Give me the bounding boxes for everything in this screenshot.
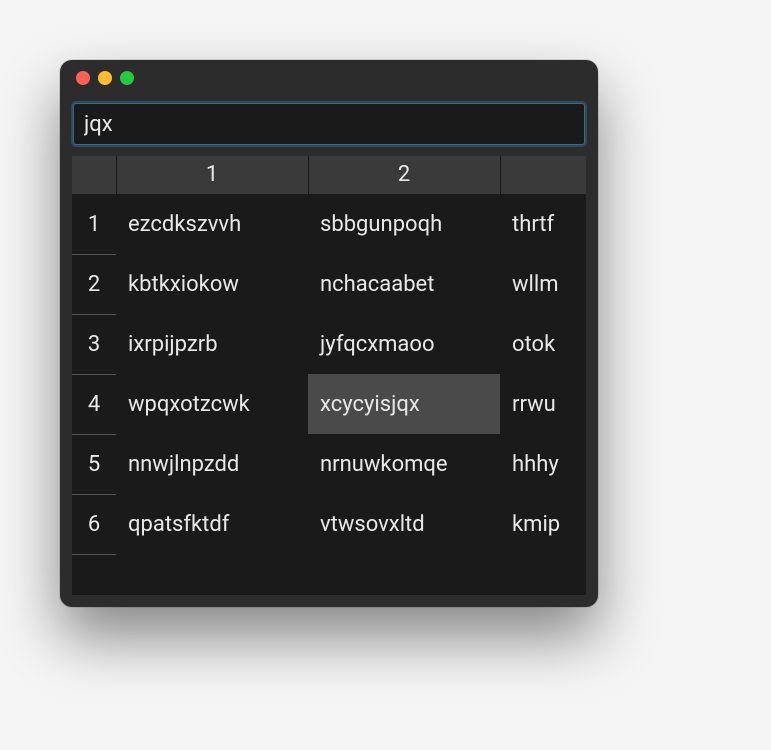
col-header-2[interactable]: 2 — [308, 156, 500, 194]
row-header[interactable]: 5 — [72, 434, 116, 494]
row-header[interactable]: 4 — [72, 374, 116, 434]
cell[interactable]: sbbgunpoqh — [308, 194, 500, 254]
search-container — [60, 96, 598, 156]
table-row: 2kbtkxiokownchacaabetwllm — [72, 254, 586, 314]
cell[interactable]: wpqxotzcwk — [116, 374, 308, 434]
header-row: 1 2 3 — [72, 156, 586, 194]
cell[interactable]: kmip — [500, 494, 586, 554]
cell[interactable]: ixrpijpzrb — [116, 314, 308, 374]
cell[interactable]: nrnuwkomqe — [308, 434, 500, 494]
cell[interactable]: vtwsovxltd — [308, 494, 500, 554]
row-header[interactable]: 2 — [72, 254, 116, 314]
cell[interactable]: nnwjlnpzdd — [116, 434, 308, 494]
col-header-3[interactable]: 3 — [500, 156, 586, 194]
table-row: 4wpqxotzcwkxcycyisjqxrrwu — [72, 374, 586, 434]
data-table: 1 2 3 1ezcdkszvvhsbbgunpoqhthrtf2kbtkxio… — [72, 156, 586, 555]
table-row: 3ixrpijpzrbjyfqcxmaoootok — [72, 314, 586, 374]
cell[interactable]: nchacaabet — [308, 254, 500, 314]
cell[interactable]: rrwu — [500, 374, 586, 434]
table-container[interactable]: 1 2 3 1ezcdkszvvhsbbgunpoqhthrtf2kbtkxio… — [72, 156, 586, 595]
search-input[interactable] — [72, 102, 586, 146]
maximize-icon[interactable] — [120, 71, 134, 85]
cell[interactable]: thrtf — [500, 194, 586, 254]
close-icon[interactable] — [76, 71, 90, 85]
cell[interactable]: jyfqcxmaoo — [308, 314, 500, 374]
row-header[interactable]: 6 — [72, 494, 116, 554]
minimize-icon[interactable] — [98, 71, 112, 85]
cell[interactable]: wllm — [500, 254, 586, 314]
cell[interactable]: ezcdkszvvh — [116, 194, 308, 254]
cell[interactable]: qpatsfktdf — [116, 494, 308, 554]
row-header[interactable]: 3 — [72, 314, 116, 374]
titlebar — [60, 60, 598, 96]
row-header[interactable]: 1 — [72, 194, 116, 254]
table-row: 1ezcdkszvvhsbbgunpoqhthrtf — [72, 194, 586, 254]
cell[interactable]: xcycyisjqx — [308, 374, 500, 434]
corner-cell — [72, 156, 116, 194]
col-header-1[interactable]: 1 — [116, 156, 308, 194]
cell[interactable]: hhhy — [500, 434, 586, 494]
table-row: 5nnwjlnpzddnrnuwkomqehhhy — [72, 434, 586, 494]
cell[interactable]: kbtkxiokow — [116, 254, 308, 314]
table-row: 6qpatsfktdfvtwsovxltdkmip — [72, 494, 586, 554]
app-window: 1 2 3 1ezcdkszvvhsbbgunpoqhthrtf2kbtkxio… — [60, 60, 598, 607]
cell[interactable]: otok — [500, 314, 586, 374]
